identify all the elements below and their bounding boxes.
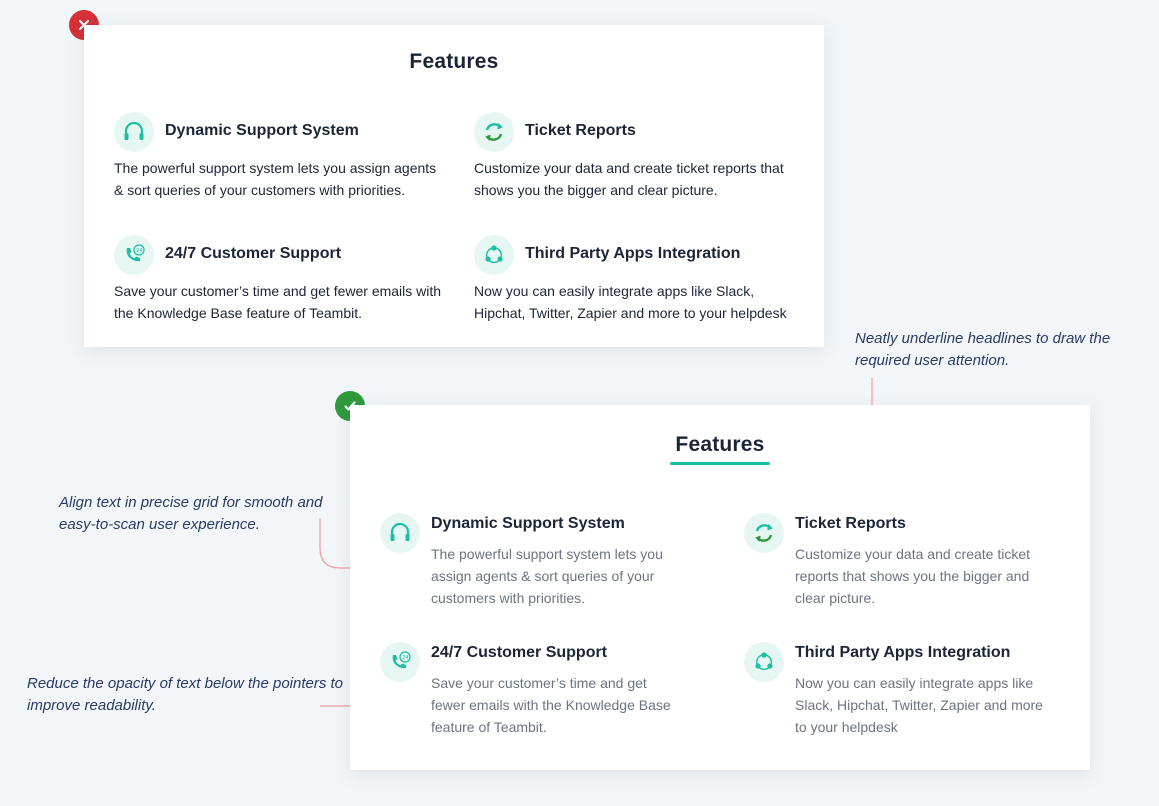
bad-example-card: Features Dynamic Support System The powe… <box>84 25 824 347</box>
phone-24-icon: 24 <box>380 642 420 682</box>
feature-title: Ticket Reports <box>525 122 636 139</box>
feature-description: Save your customer’s time and get fewer … <box>431 675 671 735</box>
annotation-opacity: Reduce the opacity of text below the poi… <box>27 675 344 714</box>
good-example-card: Features Dynamic Support System The powe… <box>350 405 1090 770</box>
feature-title: Third Party Apps Integration <box>795 644 1011 661</box>
annotation-underline: Neatly underline headlines to draw the r… <box>855 330 1111 369</box>
headset-icon <box>114 112 154 152</box>
feature-title: Dynamic Support System <box>431 515 625 532</box>
refresh-report-icon <box>474 112 514 152</box>
feature-description: The powerful support system lets you ass… <box>431 546 663 606</box>
svg-text:24: 24 <box>136 248 142 254</box>
feature-description: Now you can easily integrate apps like S… <box>795 675 1043 735</box>
feature-description: The powerful support system lets you ass… <box>114 160 437 198</box>
feature-description: Now you can easily integrate apps like S… <box>474 283 787 321</box>
card-title: Features <box>409 50 499 73</box>
annotation-grid: Align text in precise grid for smooth an… <box>59 494 323 533</box>
feature-description: Customize your data and create ticket re… <box>795 546 1031 606</box>
title-underline <box>670 462 770 465</box>
refresh-report-icon <box>744 513 784 553</box>
svg-text:24: 24 <box>402 655 408 661</box>
feature-title: 24/7 Customer Support <box>165 245 342 262</box>
feature-title: Ticket Reports <box>795 515 906 532</box>
integration-nodes-icon <box>474 235 514 275</box>
feature-title: Third Party Apps Integration <box>525 245 741 262</box>
integration-nodes-icon <box>744 642 784 682</box>
feature-title: Dynamic Support System <box>165 122 359 139</box>
phone-24-icon: 24 <box>114 235 154 275</box>
feature-title: 24/7 Customer Support <box>431 644 608 661</box>
feature-description: Save your customer’s time and get fewer … <box>114 283 442 321</box>
feature-description: Customize your data and create ticket re… <box>474 160 784 198</box>
card-title: Features <box>675 433 765 456</box>
headset-icon <box>380 513 420 553</box>
